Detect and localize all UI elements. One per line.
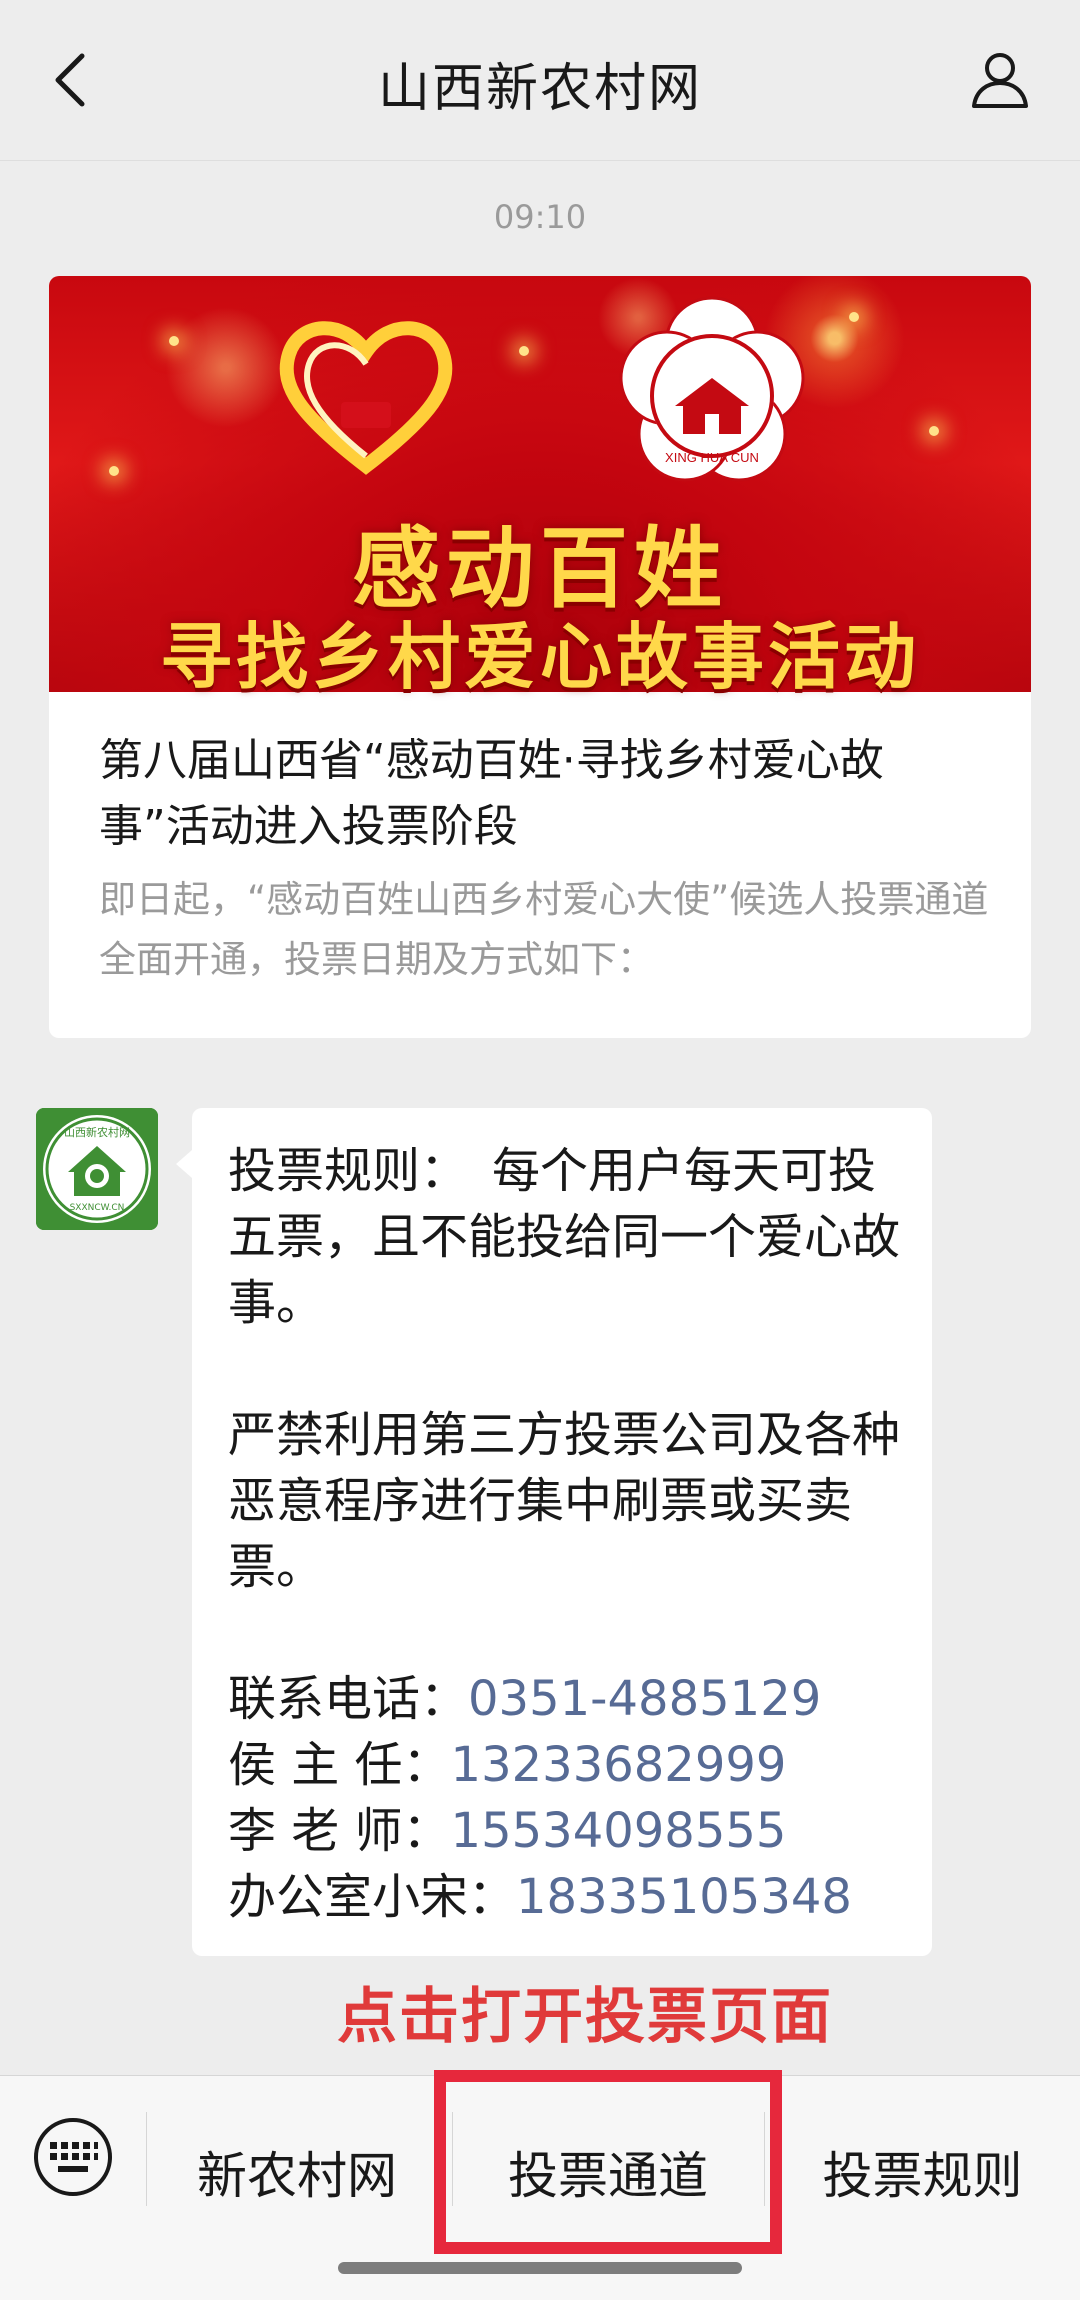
- contact-label: 侯 主 任：: [228, 1737, 451, 1793]
- article-banner-image: XING HUA CUN 感动百姓 寻找乡村爱心故事活动: [49, 276, 1031, 699]
- anti-fraud-text: 严禁利用第三方投票公司及各种恶意程序进行集中刷票或买卖票。: [228, 1407, 901, 1595]
- sender-avatar[interactable]: 山西新农村网 SXXNCW.CN: [36, 1108, 158, 1230]
- phone-link[interactable]: 13233682999: [451, 1737, 787, 1793]
- bubble-tail: [176, 1150, 192, 1178]
- highlight-box-annotation: [434, 2070, 782, 2254]
- contact-label: 办公室小宋：: [228, 1869, 517, 1925]
- tap-hint-annotation: 点击打开投票页面: [337, 1982, 833, 2052]
- official-account-profile-button[interactable]: [960, 40, 1040, 120]
- message-timestamp: 09:10: [493, 198, 587, 236]
- phone-link[interactable]: 15534098555: [451, 1803, 787, 1859]
- keyboard-toggle-button[interactable]: [32, 2116, 114, 2198]
- article-title: 第八届山西省“感动百姓·寻找乡村爱心故事”活动进入投票阶段: [99, 735, 884, 852]
- banner-subheadline: 寻找乡村爱心故事活动: [159, 614, 920, 699]
- menu-item-xinnongcun[interactable]: 新农村网: [147, 2136, 447, 2208]
- heart-logo-icon: [279, 321, 453, 475]
- contact-label: 联系电话：: [228, 1671, 469, 1727]
- contact-row-song: 办公室小宋：18335105348: [228, 1864, 908, 1930]
- message-bubble: 投票规则： 每个用户每天可投五票，且不能投给同一个爱心故事。 严禁利用第三方投票…: [192, 1108, 932, 1956]
- flower-logo-icon: XING HUA CUN: [619, 296, 805, 482]
- voting-rules-text: 投票规则： 每个用户每天可投五票，且不能投给同一个爱心故事。: [228, 1143, 901, 1331]
- article-card[interactable]: XING HUA CUN 感动百姓 寻找乡村爱心故事活动 第八届山西省“感动百姓…: [49, 276, 1031, 1038]
- message-text: 投票规则： 每个用户每天可投五票，且不能投给同一个爱心故事。 严禁利用第三方投票…: [228, 1138, 908, 1930]
- home-indicator[interactable]: [338, 2262, 742, 2274]
- article-description: 即日起，“感动百姓山西乡村爱心大使”候选人投票通道全面开通，投票日期及方式如下：: [99, 878, 989, 981]
- svg-text:山西新农村网: 山西新农村网: [64, 1125, 130, 1139]
- menu-item-vote-rules[interactable]: 投票规则: [770, 2136, 1075, 2208]
- site-logo-icon: 山西新农村网 SXXNCW.CN: [36, 1108, 158, 1230]
- page-title: 山西新农村网: [377, 59, 702, 119]
- top-nav-bar: 山西新农村网: [0, 0, 1080, 161]
- contact-list: 联系电话：0351-4885129 侯 主 任：13233682999 李 老 …: [228, 1666, 908, 1930]
- person-icon: [972, 53, 1028, 108]
- contact-row-phone: 联系电话：0351-4885129: [228, 1666, 908, 1732]
- phone-link[interactable]: 0351-4885129: [468, 1671, 821, 1727]
- svg-text:SXXNCW.CN: SXXNCW.CN: [70, 1203, 125, 1213]
- contact-row-hou: 侯 主 任：13233682999: [228, 1732, 908, 1798]
- keyboard-icon: [34, 2118, 112, 2196]
- phone-link[interactable]: 18335105348: [516, 1869, 852, 1925]
- contact-label: 李 老 师：: [228, 1803, 451, 1859]
- svg-text:XING HUA CUN: XING HUA CUN: [665, 450, 759, 465]
- contact-row-li: 李 老 师：15534098555: [228, 1798, 908, 1864]
